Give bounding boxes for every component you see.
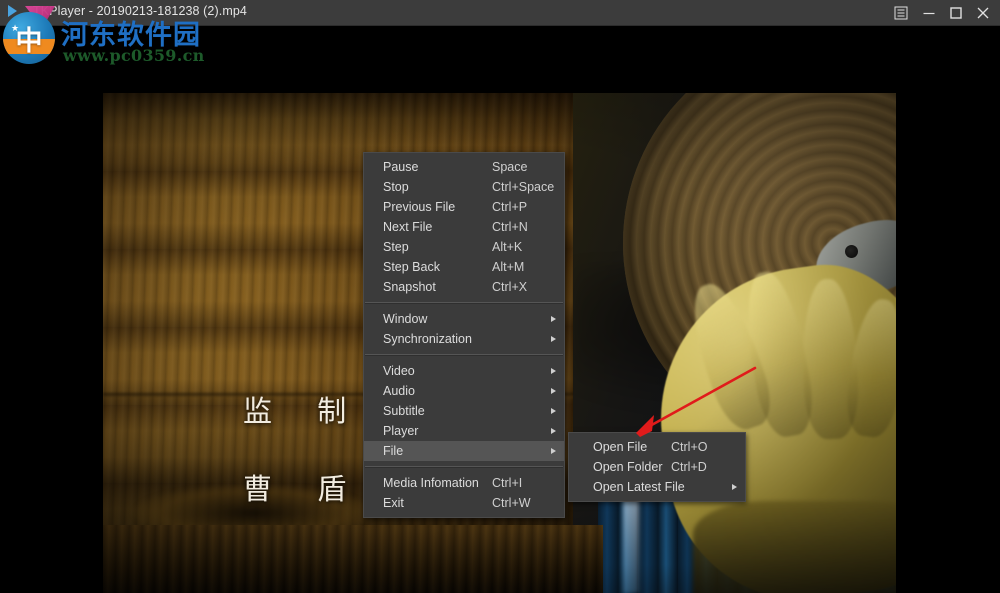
submenu-item-open-folder[interactable]: Open Folder Ctrl+D bbox=[569, 457, 745, 477]
menu-item-shortcut: Alt+M bbox=[492, 257, 564, 277]
menu-separator bbox=[365, 354, 563, 356]
menu-item-previous-file[interactable]: Previous File Ctrl+P bbox=[364, 197, 564, 217]
menu-item-shortcut: Ctrl+I bbox=[492, 473, 564, 493]
menu-item-label: Subtitle bbox=[383, 404, 425, 418]
menu-item-shortcut: Alt+K bbox=[492, 237, 564, 257]
submenu-item-open-latest-file[interactable]: Open Latest File bbox=[569, 477, 745, 497]
menu-item-step[interactable]: Step Alt+K bbox=[364, 237, 564, 257]
menu-item-label: Video bbox=[383, 364, 415, 378]
menu-item-shortcut: Ctrl+W bbox=[492, 493, 564, 513]
menu-item-pause[interactable]: Pause Space bbox=[364, 157, 564, 177]
chevron-right-icon bbox=[551, 316, 556, 322]
chevron-right-icon bbox=[551, 408, 556, 414]
chevron-right-icon bbox=[551, 448, 556, 454]
menu-item-snapshot[interactable]: Snapshot Ctrl+X bbox=[364, 277, 564, 297]
menu-item-label: File bbox=[383, 444, 403, 458]
menu-item-label: Open File bbox=[593, 440, 647, 454]
menu-item-shortcut: Ctrl+X bbox=[492, 277, 564, 297]
chevron-right-icon bbox=[551, 388, 556, 394]
menu-item-video[interactable]: Video bbox=[364, 361, 564, 381]
video-credits-overlay: 监 制 曹 盾 bbox=[243, 388, 364, 508]
menu-item-label: Open Latest File bbox=[593, 480, 685, 494]
menu-item-label: Media Infomation bbox=[383, 476, 479, 490]
menu-item-label: Pause bbox=[383, 160, 418, 174]
playlist-icon bbox=[895, 6, 908, 19]
video-fish-eye bbox=[845, 245, 858, 258]
credit-person-name: 曹 盾 bbox=[243, 466, 364, 508]
menu-item-window[interactable]: Window bbox=[364, 309, 564, 329]
file-submenu[interactable]: Open File Ctrl+O Open Folder Ctrl+D Open Lat… bbox=[568, 432, 746, 502]
playlist-button[interactable] bbox=[886, 0, 916, 25]
close-button[interactable] bbox=[968, 0, 998, 25]
menu-item-file[interactable]: File bbox=[364, 441, 564, 461]
maximize-icon bbox=[950, 6, 963, 19]
menu-item-label: Step bbox=[383, 240, 409, 254]
menu-separator bbox=[365, 302, 563, 304]
chevron-right-icon bbox=[732, 484, 737, 490]
menu-item-shortcut: Ctrl+Space bbox=[492, 177, 564, 197]
tkplayer-window: TKPlayer - 20190213-181238 (2).mp4 bbox=[0, 0, 1000, 593]
context-menu[interactable]: Pause Space Stop Ctrl+Space Previous File Ctr… bbox=[363, 152, 565, 518]
menu-separator bbox=[365, 466, 563, 468]
menu-item-stop[interactable]: Stop Ctrl+Space bbox=[364, 177, 564, 197]
menu-item-step-back[interactable]: Step Back Alt+M bbox=[364, 257, 564, 277]
menu-item-player[interactable]: Player bbox=[364, 421, 564, 441]
menu-item-label: Step Back bbox=[383, 260, 440, 274]
chevron-right-icon bbox=[551, 336, 556, 342]
chevron-right-icon bbox=[551, 368, 556, 374]
menu-item-next-file[interactable]: Next File Ctrl+N bbox=[364, 217, 564, 237]
menu-item-label: Audio bbox=[383, 384, 415, 398]
submenu-item-open-file[interactable]: Open File Ctrl+O bbox=[569, 437, 745, 457]
menu-item-synchronization[interactable]: Synchronization bbox=[364, 329, 564, 349]
menu-item-shortcut: Ctrl+P bbox=[492, 197, 564, 217]
menu-item-exit[interactable]: Exit Ctrl+W bbox=[364, 493, 564, 513]
menu-item-subtitle[interactable]: Subtitle bbox=[364, 401, 564, 421]
menu-item-label: Player bbox=[383, 424, 418, 438]
menu-item-label: Stop bbox=[383, 180, 409, 194]
menu-item-shortcut: Ctrl+N bbox=[492, 217, 564, 237]
menu-item-label: Open Folder bbox=[593, 460, 662, 474]
maximize-button[interactable] bbox=[941, 0, 971, 25]
play-logo-icon bbox=[8, 5, 17, 17]
window-title: TKPlayer - 20190213-181238 (2).mp4 bbox=[33, 4, 247, 18]
menu-item-label: Previous File bbox=[383, 200, 455, 214]
minimize-button[interactable] bbox=[914, 0, 944, 25]
menu-item-shortcut: Ctrl+D bbox=[671, 457, 745, 477]
menu-item-media-infomation[interactable]: Media Infomation Ctrl+I bbox=[364, 473, 564, 493]
title-bar: TKPlayer - 20190213-181238 (2).mp4 bbox=[0, 0, 1000, 26]
menu-item-label: Synchronization bbox=[383, 332, 472, 346]
close-icon bbox=[977, 6, 990, 19]
menu-item-shortcut: Space bbox=[492, 157, 564, 177]
minimize-icon bbox=[923, 6, 936, 19]
credit-role-label: 监 制 bbox=[243, 388, 364, 430]
menu-item-label: Next File bbox=[383, 220, 432, 234]
menu-item-shortcut: Ctrl+O bbox=[671, 437, 745, 457]
video-glove-cuff bbox=[693, 501, 896, 593]
menu-item-audio[interactable]: Audio bbox=[364, 381, 564, 401]
video-bg-lower-wood bbox=[103, 525, 603, 593]
menu-item-label: Exit bbox=[383, 496, 404, 510]
menu-item-label: Snapshot bbox=[383, 280, 436, 294]
chevron-right-icon bbox=[551, 428, 556, 434]
menu-item-label: Window bbox=[383, 312, 427, 326]
